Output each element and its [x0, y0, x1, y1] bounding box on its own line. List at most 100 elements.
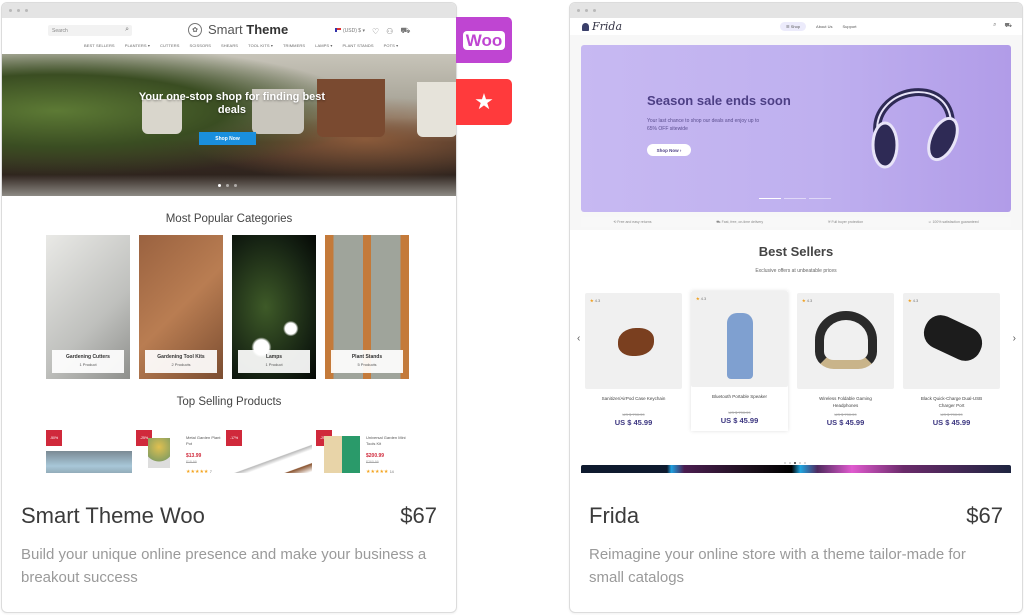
product-old-price: $18.99	[186, 460, 197, 464]
logo-mark-icon	[582, 23, 589, 31]
carousel-next-icon[interactable]: ›	[1013, 333, 1016, 344]
nav-item-support[interactable]: Support	[843, 24, 857, 29]
shop-now-button[interactable]: Shop Now ›	[647, 144, 691, 156]
promo-banner	[581, 465, 1011, 473]
header-actions: ⌕ ⛟	[993, 22, 1012, 30]
product-card[interactable]: -50%	[46, 430, 132, 473]
nav-item[interactable]: TOOL KITS ▾	[248, 43, 273, 48]
nav-item[interactable]: POTS ▾	[384, 43, 399, 48]
product-old-price: US $ 790.99	[728, 410, 751, 415]
cart-icon[interactable]: ⛟	[400, 26, 410, 36]
product-card[interactable]: ★ 4.3 Wireless Foldable Gaming Headphone…	[797, 293, 894, 431]
category-count: 1 Product	[265, 362, 283, 367]
product-card[interactable]: ★ 4.3 Bluetooth Portable Speaker US $ 79…	[691, 291, 788, 431]
theme-preview[interactable]: Search ⌕ ✿ Smart Theme (USD) $ ▾ ♡ ⚇ ⛟ BES…	[2, 18, 456, 473]
currency-selector[interactable]: (USD) $ ▾	[335, 28, 365, 34]
product-image	[324, 436, 360, 473]
product-name: Black Quick-Charge Dual-USB Charger Port	[920, 396, 983, 408]
product-name: Sanitizer/AirPod Case Keychain	[601, 396, 666, 401]
product-card[interactable]: -25% Metal Garden Plant Pot $13.99 $18.99 ★…	[136, 430, 222, 473]
search-icon: ⌕	[125, 26, 129, 33]
theme-preview[interactable]: Frida ☰ Shop About Us Support ⌕ ⛟ Season…	[570, 18, 1022, 473]
headphones-image	[871, 88, 959, 169]
product-price: US $ 45.99	[614, 418, 653, 427]
theme-description: Reimagine your online store with a theme…	[589, 546, 966, 586]
category-card[interactable]: Gardening Cutters 1 Product	[46, 235, 130, 379]
user-icon[interactable]: ⚇	[386, 27, 393, 36]
discount-badge: -50%	[46, 430, 62, 446]
categories-title: Most Popular Categories	[165, 213, 293, 225]
product-image: ★ 4.3	[797, 293, 894, 389]
product-name: Bluetooth Portable Speaker	[711, 394, 768, 399]
star-icon: ★	[474, 89, 494, 114]
theme-info: Frida $67 Reimagine your online store wi…	[570, 473, 1022, 612]
nav-item-shop[interactable]: ☰ Shop	[780, 22, 807, 31]
shop-now-button[interactable]: Shop Now	[199, 132, 256, 145]
browser-chrome	[570, 3, 1022, 18]
category-card[interactable]: Gardening Tool Kits 2 Products	[139, 235, 223, 379]
store-header: Search ⌕ ✿ Smart Theme (USD) $ ▾ ♡ ⚇ ⛟ BES…	[2, 18, 456, 54]
carousel-prev-icon[interactable]: ‹	[577, 333, 580, 344]
theme-info: Smart Theme Woo $67 Build your unique on…	[2, 473, 456, 612]
cart-icon[interactable]: ⛟	[1004, 22, 1012, 30]
category-card[interactable]: Plant Stands 5 Products	[325, 235, 409, 379]
store-logo[interactable]: Frida	[582, 20, 622, 33]
store-logo[interactable]: ✿ Smart Theme	[188, 22, 288, 37]
store-nav: BEST SELLERS PLANTERS ▾ CUTTERS SCISSORS…	[84, 43, 398, 48]
product-old-price: $260.99	[366, 460, 379, 464]
theme-card-smart-theme-woo[interactable]: Search ⌕ ✿ Smart Theme (USD) $ ▾ ♡ ⚇ ⛟ BES…	[1, 2, 457, 613]
product-price: US $ 45.99	[720, 416, 759, 425]
carousel-indicators[interactable]	[759, 198, 831, 199]
nav-item-about[interactable]: About Us	[816, 24, 832, 29]
product-card[interactable]: -17%	[226, 430, 312, 473]
nav-item[interactable]: PLANTERS ▾	[125, 43, 150, 48]
product-name: Wireless Foldable Gaming Headphones	[819, 396, 872, 408]
nav-item[interactable]: LAMPS ▾	[315, 43, 332, 48]
search-placeholder: Search	[52, 28, 68, 34]
nav-item[interactable]: PLANT STANDS	[343, 43, 374, 48]
woocommerce-logo-icon: Woo	[462, 30, 506, 50]
feature-item: ⛨ Full buyer protection	[827, 220, 864, 224]
product-price: US $ 45.99	[932, 418, 971, 427]
search-icon[interactable]: ⌕	[993, 22, 996, 30]
product-card[interactable]: ★ 4.3 Black Quick-Charge Dual-USB Charge…	[903, 293, 1000, 431]
category-name: Gardening Tool Kits	[157, 354, 205, 360]
hero-title: Season sale ends soon	[647, 93, 791, 108]
favorite-button[interactable]: ★	[456, 79, 512, 125]
header-actions: (USD) $ ▾ ♡ ⚇ ⛟	[335, 26, 410, 36]
product-image: ★ 4.3	[903, 293, 1000, 389]
product-row: -50% -25% Metal Garden Plant Pot $13.99 $1…	[46, 430, 406, 473]
category-count: 5 Products	[357, 362, 377, 367]
category-card[interactable]: Lamps 1 Product	[232, 235, 316, 379]
carousel-dots[interactable]	[218, 184, 237, 187]
plant-pot-image	[417, 82, 456, 137]
product-card[interactable]: ★ 4.3 Sanitizer/AirPod Case Keychain US …	[585, 293, 682, 431]
feature-item: ⛟ Fast, free, on-time delivery	[716, 220, 764, 224]
search-input[interactable]: Search ⌕	[48, 25, 132, 36]
logo-mark-icon: ✿	[188, 22, 202, 37]
nav-item[interactable]: SCISSORS	[190, 43, 211, 48]
category-count: 1 Product	[79, 362, 97, 367]
product-old-price: US $ 790.99	[622, 412, 645, 417]
nav-item[interactable]: TRIMMERS	[283, 43, 305, 48]
best-sellers-subtitle: Exclusive offers at unbeatable prices	[755, 268, 837, 274]
woocommerce-badge[interactable]: Woo	[456, 17, 512, 63]
heart-icon[interactable]: ♡	[372, 27, 379, 36]
theme-title[interactable]: Smart Theme Woo	[21, 503, 205, 529]
nav-item[interactable]: BEST SELLERS	[84, 43, 115, 48]
product-rating: ★ 4.3	[590, 298, 601, 303]
theme-card-frida[interactable]: Frida ☰ Shop About Us Support ⌕ ⛟ Season…	[569, 2, 1023, 613]
hero-banner: Season sale ends soon Your last chance t…	[581, 45, 1011, 212]
theme-title[interactable]: Frida	[589, 503, 639, 529]
carousel-dots[interactable]	[784, 462, 806, 464]
flag-icon	[335, 28, 341, 32]
hero-banner: Your one-stop shop for finding best deal…	[2, 54, 456, 196]
nav-item[interactable]: CUTTERS	[160, 43, 180, 48]
features-bar: ⟲ Free and easy returns ⛟ Fast, free, on…	[581, 217, 1011, 227]
category-name: Lamps	[265, 354, 283, 360]
product-name: Universal Garden Mini Tools Kit	[366, 435, 406, 446]
category-name: Plant Stands	[351, 354, 383, 360]
product-card[interactable]: -25% Universal Garden Mini Tools Kit$200…	[316, 430, 406, 473]
category-count: 2 Products	[171, 362, 191, 367]
nav-item[interactable]: SHEARS	[221, 43, 238, 48]
